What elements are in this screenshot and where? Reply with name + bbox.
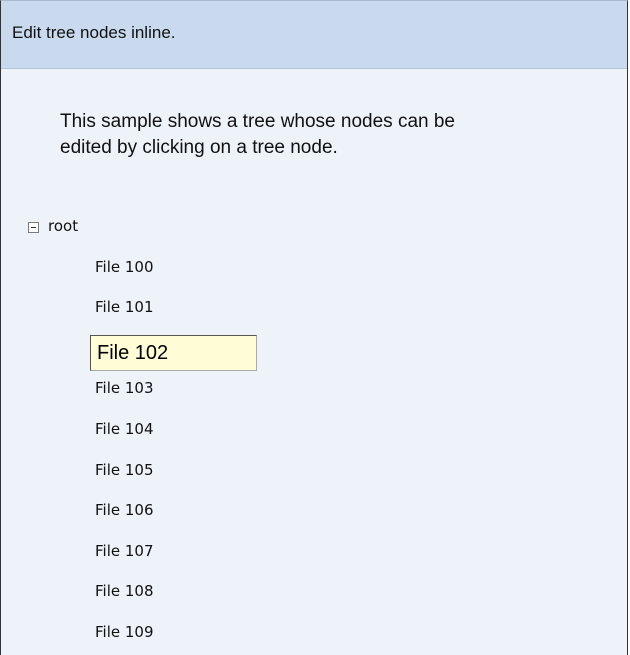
tree-node[interactable]: File 101	[95, 297, 154, 317]
sample-description: This sample shows a tree whose nodes can…	[60, 109, 580, 161]
tree-node[interactable]: File 104	[95, 419, 154, 439]
example-panel: Edit tree nodes inline. This sample show…	[0, 0, 628, 655]
tree-node[interactable]: File 107	[95, 541, 154, 561]
tree-node[interactable]: File 105	[95, 460, 154, 480]
tree-node[interactable]: File 103	[95, 378, 154, 398]
collapse-minus-icon[interactable]	[28, 222, 39, 233]
tree-node[interactable]: File 109	[95, 622, 154, 642]
tree-node-edit-input[interactable]	[90, 335, 257, 371]
tree-root-label[interactable]: root	[48, 216, 78, 236]
description-line-1: This sample shows a tree whose nodes can…	[60, 111, 455, 132]
tree-node[interactable]: File 106	[95, 500, 154, 520]
tree-node[interactable]: File 108	[95, 581, 154, 601]
panel-title: Edit tree nodes inline.	[12, 23, 176, 42]
description-line-2: edited by clicking on a tree node.	[60, 137, 338, 158]
panel-header: Edit tree nodes inline.	[1, 1, 627, 69]
tree-node[interactable]: File 100	[95, 257, 154, 277]
